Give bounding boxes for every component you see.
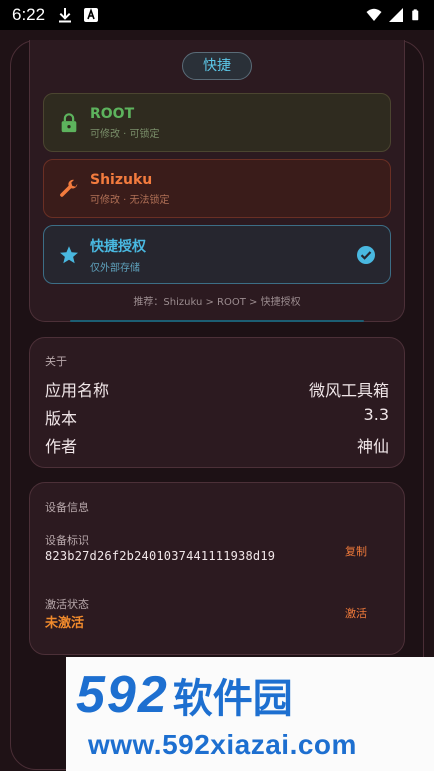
option-quick-auth[interactable]: 快捷授权 仅外部存储 bbox=[43, 225, 391, 284]
about-value: 微风工具箱 bbox=[308, 381, 389, 400]
copy-button[interactable]: 复制 bbox=[345, 543, 367, 559]
watermark-name: 软件园 bbox=[172, 676, 293, 722]
about-card: 关于 应用名称 微风工具箱 版本 3.3 作者 神仙 bbox=[29, 337, 405, 468]
battery-icon bbox=[412, 9, 419, 21]
check-circle-icon bbox=[357, 246, 375, 264]
about-row-author: 作者 神仙 bbox=[45, 433, 389, 457]
about-value: 神仙 bbox=[356, 437, 389, 456]
activation-status-label: 激活状态 bbox=[45, 598, 89, 611]
download-icon bbox=[59, 8, 72, 23]
wrench-icon bbox=[60, 179, 78, 197]
authorization-card: 快捷 ROOT 可修改 · 可锁定 Shizuku 可修改 · 无法锁定 快捷授… bbox=[29, 40, 405, 322]
about-value: 3.3 bbox=[363, 405, 389, 424]
wifi-icon bbox=[366, 8, 382, 21]
option-root-subtitle: 可修改 · 可锁定 bbox=[90, 128, 160, 140]
signal-icon bbox=[389, 8, 403, 22]
watermark-banner: 592 软件园 www.592xiazai.com bbox=[66, 657, 434, 771]
option-quick-auth-title: 快捷授权 bbox=[90, 238, 146, 255]
watermark-number: 592 bbox=[76, 666, 169, 724]
device-info-card: 设备信息 设备标识 823b27d26f2b2401037441111938d1… bbox=[29, 482, 405, 655]
recommend-text: 推荐：Shizuku > ROOT > 快捷授权 bbox=[133, 297, 301, 308]
watermark-url: www.592xiazai.com bbox=[88, 729, 357, 760]
lock-icon bbox=[61, 112, 77, 132]
status-bar: 6:22 bbox=[0, 0, 434, 30]
a-badge-icon bbox=[84, 8, 99, 22]
option-root[interactable]: ROOT 可修改 · 可锁定 bbox=[43, 93, 391, 152]
mode-pill[interactable]: 快捷 bbox=[182, 52, 252, 80]
option-quick-auth-subtitle: 仅外部存储 bbox=[90, 262, 140, 274]
status-time: 6:22 bbox=[12, 5, 46, 24]
activation-status-value: 未激活 bbox=[45, 616, 85, 631]
about-key: 作者 bbox=[45, 437, 78, 456]
device-id-label: 设备标识 bbox=[45, 534, 89, 547]
about-key: 应用名称 bbox=[45, 381, 110, 400]
star-icon bbox=[60, 245, 78, 263]
device-section-label: 设备信息 bbox=[45, 501, 89, 514]
about-row-version: 版本 3.3 bbox=[45, 405, 389, 429]
activate-button[interactable]: 激活 bbox=[345, 605, 367, 621]
option-shizuku-title: Shizuku bbox=[90, 171, 153, 188]
device-id-value: 823b27d26f2b2401037441111938d19 bbox=[45, 549, 276, 563]
about-key: 版本 bbox=[45, 409, 78, 428]
option-shizuku-subtitle: 可修改 · 无法锁定 bbox=[90, 194, 170, 206]
option-root-title: ROOT bbox=[90, 105, 135, 122]
about-section-label: 关于 bbox=[45, 355, 67, 368]
option-shizuku[interactable]: Shizuku 可修改 · 无法锁定 bbox=[43, 159, 391, 218]
about-row-app-name: 应用名称 微风工具箱 bbox=[45, 377, 389, 401]
